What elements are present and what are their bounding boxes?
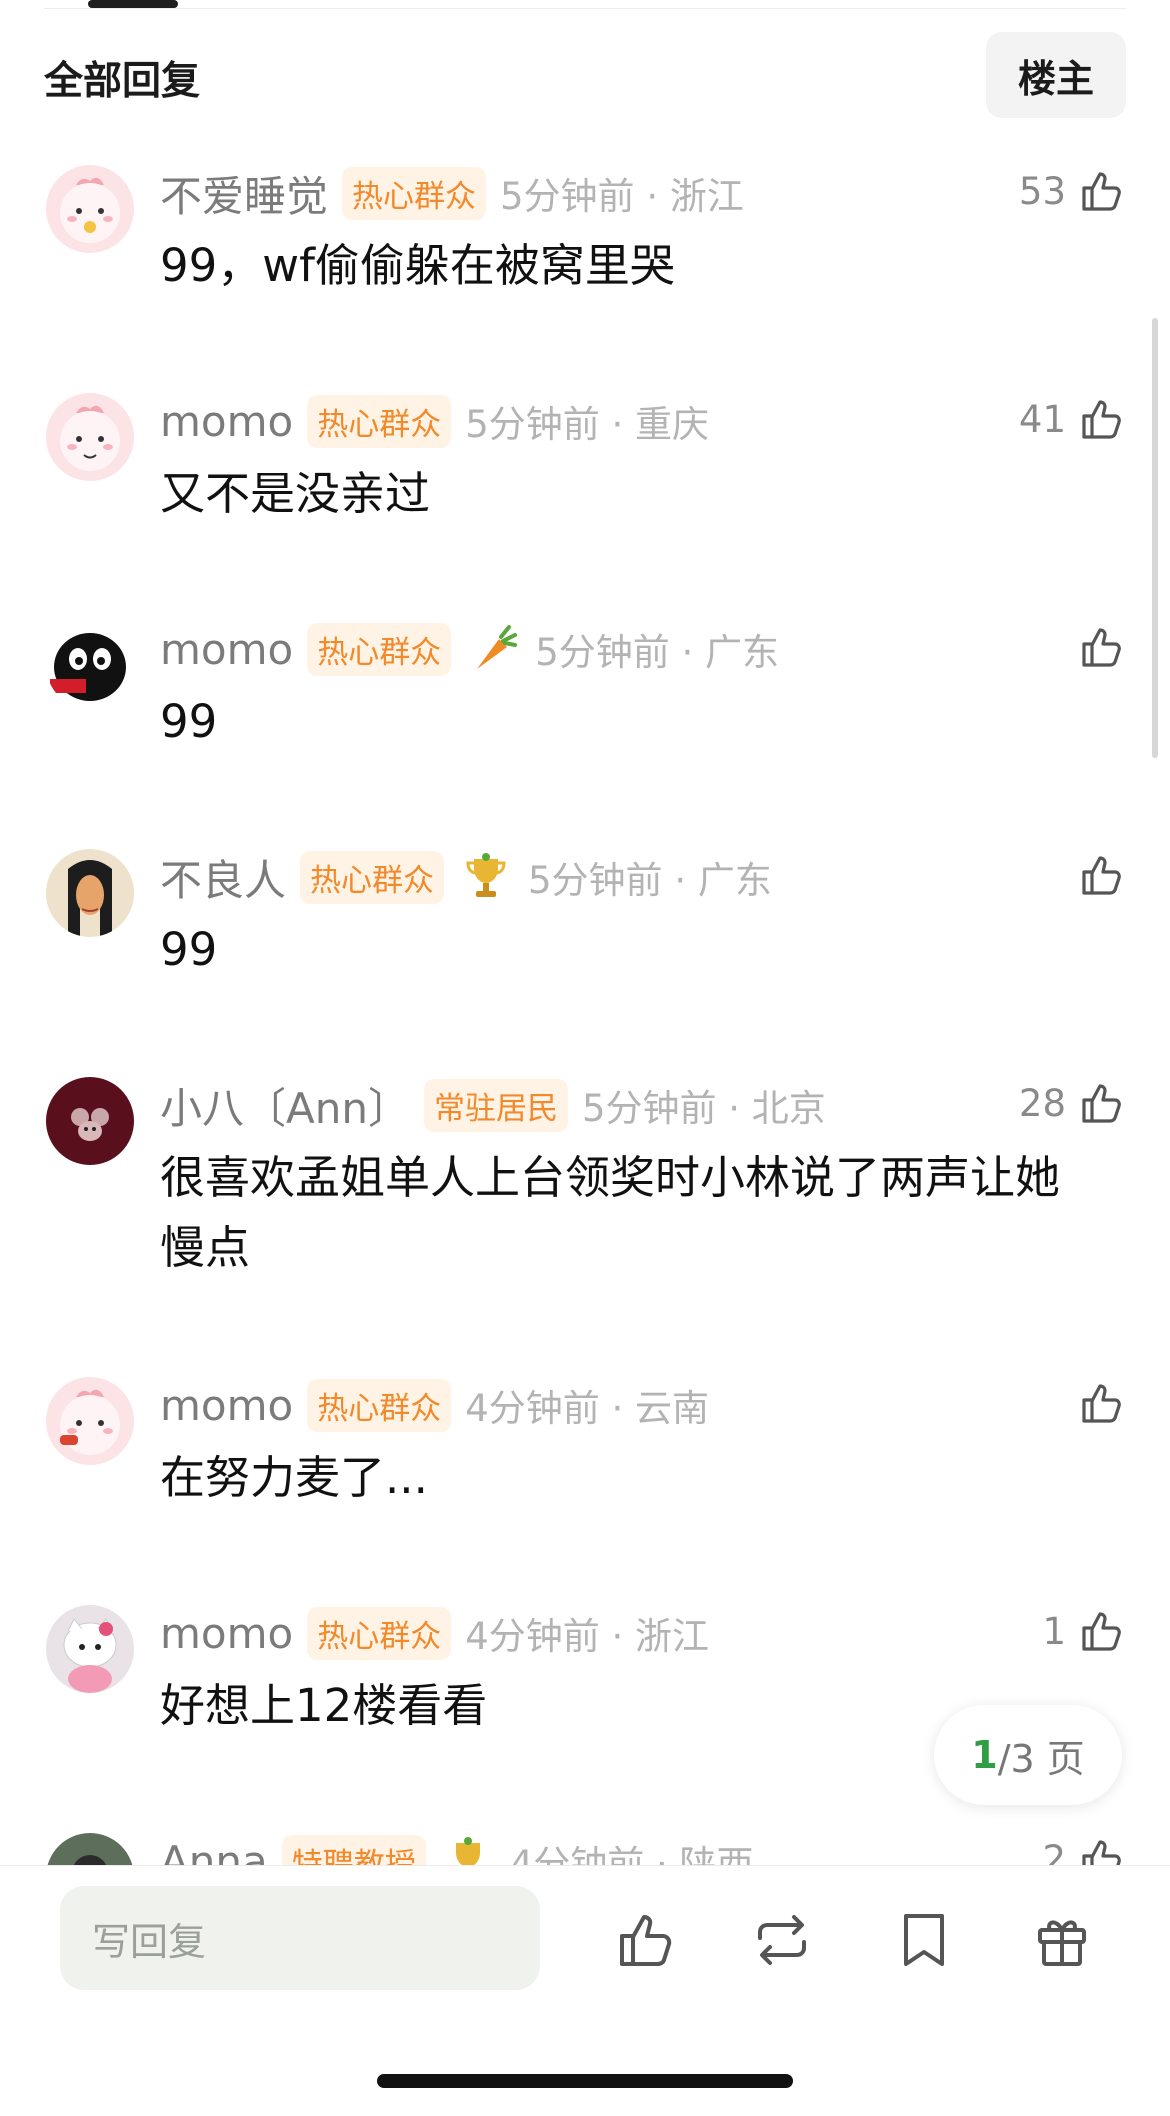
username[interactable]: 不良人	[160, 847, 286, 908]
time-location: 5分钟前 · 广东	[528, 859, 772, 902]
long-hair-face-avatar[interactable]	[46, 849, 134, 937]
like-button[interactable]	[1066, 617, 1126, 677]
gift-icon[interactable]	[1030, 1908, 1094, 1972]
pink-blob-avatar[interactable]	[46, 165, 134, 253]
home-indicator[interactable]	[377, 2074, 793, 2088]
reply-input[interactable]: 写回复	[60, 1886, 540, 1990]
user-badge: 热心群众	[342, 166, 487, 220]
thumbs-up-icon	[1082, 1840, 1121, 1865]
username[interactable]: momo	[160, 1381, 293, 1430]
time-location: 4分钟前 · 陕西	[509, 1843, 754, 1865]
like-count: 2	[1042, 1837, 1066, 1866]
trophy-icon	[440, 1833, 496, 1865]
op-only-button[interactable]: 楼主	[986, 32, 1126, 118]
comment-text: 99，wf偷偷躲在被窝里哭	[160, 239, 675, 292]
username[interactable]: momo	[160, 625, 293, 674]
like-button[interactable]: 53	[1019, 161, 1126, 221]
scrollbar[interactable]	[1152, 318, 1158, 758]
user-badge: 热心群众	[307, 394, 452, 448]
like-count: 1	[1042, 1609, 1066, 1653]
user-badge: 热心群众	[307, 1378, 452, 1432]
repost-icon[interactable]	[750, 1908, 814, 1972]
black-penguin-avatar[interactable]	[46, 621, 134, 709]
bottom-action-bar: 写回复	[0, 1865, 1170, 2116]
like-button[interactable]: 2	[1042, 1829, 1126, 1865]
dark-red-mouse-avatar[interactable]	[46, 1077, 134, 1165]
comment-item: Anna 特聘教授 4分钟前 · 陕西 2	[0, 1813, 1170, 1865]
bookmark-icon[interactable]	[892, 1908, 956, 1972]
photo-avatar[interactable]	[46, 1833, 134, 1865]
thumbs-up-icon	[1082, 172, 1121, 211]
user-badge: 常驻居民	[423, 1078, 568, 1132]
username[interactable]: 小八〔Ann〕	[160, 1075, 410, 1136]
thumbs-up-icon	[1082, 1612, 1121, 1651]
top-divider	[44, 8, 1126, 9]
like-count: 41	[1018, 397, 1066, 441]
page-total: /3 页	[997, 1736, 1085, 1781]
pink-blob-avatar[interactable]	[46, 1377, 134, 1465]
username[interactable]: Anna	[160, 1837, 268, 1866]
like-count: 53	[1018, 169, 1066, 213]
trophy-icon	[458, 849, 514, 905]
username[interactable]: momo	[160, 397, 293, 446]
all-replies-title: 全部回复	[44, 59, 201, 104]
username[interactable]: 不爱睡觉	[160, 163, 328, 224]
comment-text: 99	[160, 695, 218, 748]
like-button[interactable]: 41	[1019, 389, 1126, 449]
comment-item: momo 热心群众 5分钟前 · 重庆 41 又不是没亲过	[0, 373, 1170, 601]
tab-indicator	[88, 0, 178, 8]
time-location: 5分钟前 · 重庆	[465, 403, 710, 446]
page-indicator[interactable]: 1/3 页	[934, 1705, 1122, 1805]
thumbs-up-icon	[1082, 1384, 1121, 1423]
comment-text: 又不是没亲过	[160, 467, 431, 520]
username[interactable]: momo	[160, 1609, 293, 1658]
like-button[interactable]: 1	[1042, 1601, 1126, 1661]
time-location: 5分钟前 · 北京	[581, 1087, 826, 1130]
pink-blob-avatar[interactable]	[46, 393, 134, 481]
thumbs-up-icon[interactable]	[614, 1908, 678, 1972]
time-location: 4分钟前 · 浙江	[465, 1615, 710, 1658]
comment-item: 小八〔Ann〕 常驻居民 5分钟前 · 北京 28 很喜欢孟姐单人上台领奖时小林…	[0, 1057, 1170, 1357]
comment-text: 99	[160, 923, 218, 976]
like-count: 28	[1018, 1081, 1066, 1125]
user-badge: 热心群众	[307, 622, 452, 676]
like-button[interactable]: 28	[1019, 1073, 1126, 1133]
comment-item: momo 热心群众 5分钟前 · 广东 99	[0, 601, 1170, 829]
thumbs-up-icon	[1082, 1084, 1121, 1123]
comment-text: 在努力麦了...	[160, 1451, 428, 1504]
carrot-icon	[465, 621, 521, 677]
user-badge: 热心群众	[300, 850, 445, 904]
time-location: 5分钟前 · 浙江	[500, 175, 744, 218]
hello-kitty-avatar[interactable]	[46, 1605, 134, 1693]
current-page: 1	[971, 1733, 998, 1777]
comment-text: 很喜欢孟姐单人上台领奖时小林说了两声让她慢点	[160, 1151, 1061, 1274]
time-location: 5分钟前 · 广东	[535, 631, 780, 674]
comment-item: momo 热心群众 4分钟前 · 云南 在努力麦了...	[0, 1357, 1170, 1585]
time-location: 4分钟前 · 云南	[465, 1387, 710, 1430]
like-button[interactable]	[1066, 845, 1126, 905]
thumbs-up-icon	[1082, 628, 1121, 667]
user-badge: 特聘教授	[281, 1834, 426, 1865]
replies-header: 全部回复 楼主	[44, 32, 1126, 118]
comment-item: 不爱睡觉 热心群众 5分钟前 · 浙江 53 99，wf偷偷躲在被窝里哭	[0, 145, 1170, 373]
thumbs-up-icon	[1082, 400, 1121, 439]
reply-list: 不爱睡觉 热心群众 5分钟前 · 浙江 53 99，wf偷偷躲在被窝里哭 mom…	[0, 145, 1170, 1865]
comment-item: 不良人 热心群众 5分钟前 · 广东 99	[0, 829, 1170, 1057]
thumbs-up-icon	[1082, 856, 1121, 895]
user-badge: 热心群众	[307, 1606, 452, 1660]
like-button[interactable]	[1066, 1373, 1126, 1433]
